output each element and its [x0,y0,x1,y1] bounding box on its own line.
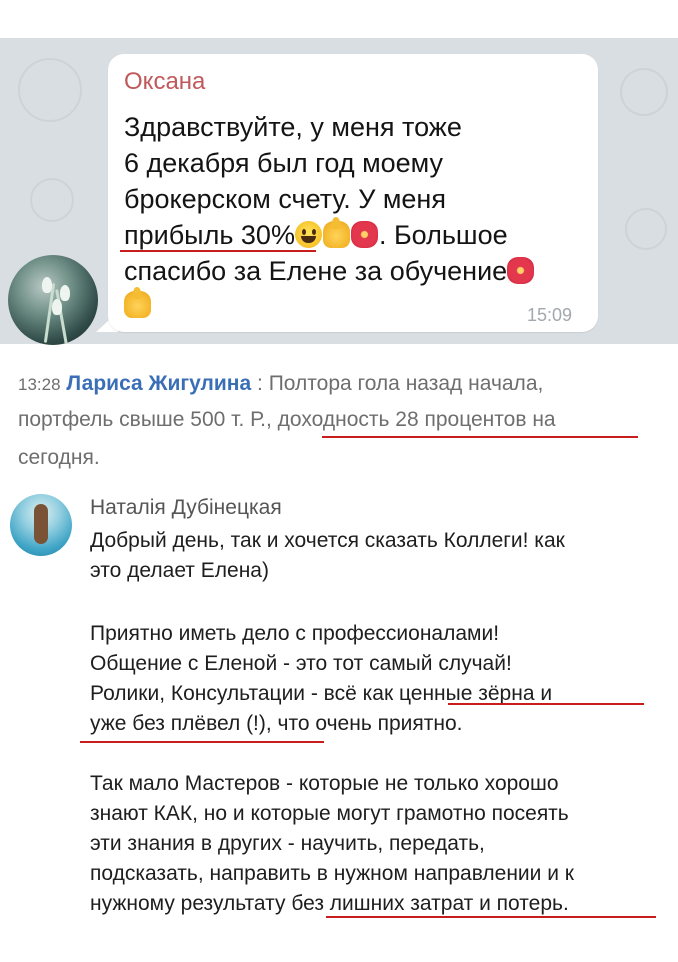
highlight-underline [448,703,644,705]
comment-text-line: это делает Елена) [90,559,269,582]
message-text: спасибо за Елене за обучение [124,256,508,286]
message-text-line: брокерском счету. У меня [124,184,446,214]
comment-text: Полтора гола назад начала, [268,372,544,395]
comment-larisa-line-2: портфель свыше 500 т. Р., доходность 28 … [18,408,556,432]
message-text-line: спасибо за Елене за обучение [124,256,535,287]
comment-separator: : [251,372,269,395]
background-doodle [620,68,668,116]
message-text-line: Здравствуйте, у меня тоже [124,112,462,142]
comment-text: портфель свыше 500 т. Р., [18,408,278,431]
comment-text-line: Общение с Еленой - это тот самый случай! [90,652,512,675]
highlight-underline [322,436,638,438]
comment-text-line: знают КАК, но и которые могут грамотно п… [90,802,569,825]
comment-text-line: уже без плёвел (!), что очень приятно. [90,712,463,735]
message-text-line-profit: прибыль 30% . Большое [124,217,508,251]
grinning-face-icon [294,221,322,248]
highlight-underline [120,250,316,252]
sender-avatar[interactable] [8,255,98,345]
comment-larisa-line-3: сегодня. [18,446,100,469]
comment-text-line: Добрый день, так и хочется сказать Колле… [90,529,565,552]
comment-author-name[interactable]: Наталія Дубінецкая [90,496,282,520]
highlight-underline [326,916,656,918]
comment-author-link[interactable]: Лариса Жигулина [66,372,251,395]
comment-text: на [526,408,556,431]
comment-text-line: подсказать, направить в нужном направлен… [90,862,574,885]
profit-text: прибыль 30% [124,220,295,250]
message-text: . Большое [378,220,508,250]
comment-larisa-line-1: 13:28 Лариса Жигулина : Полтора гола наз… [18,372,543,396]
message-text-line [124,287,152,321]
comment-text-line: нужному результату без лишних затрат и п… [90,892,569,915]
comment-text-line: Приятно иметь дело с профессионалами! [90,622,500,645]
background-doodle [30,178,74,222]
message-text-line: 6 декабря был год моему [124,148,444,178]
message-timestamp: 15:09 [527,305,573,325]
highlight-underline [80,741,324,743]
background-doodle [18,58,82,122]
message-sender-name[interactable]: Оксана [124,68,205,96]
comment-text-line: Так мало Мастеров - которые не только хо… [90,772,559,795]
hibiscus-icon [350,221,378,248]
comment-text-highlight: доходность 28 процентов [277,408,527,431]
thumbs-up-icon [124,287,151,318]
comment-time: 13:28 [18,375,61,394]
commenter-avatar[interactable] [10,494,72,556]
hibiscus-icon [507,257,535,284]
background-doodle [625,208,667,250]
comment-text-line: эти знания в других - научить, передать, [90,832,485,855]
thumbs-up-icon [322,217,350,248]
